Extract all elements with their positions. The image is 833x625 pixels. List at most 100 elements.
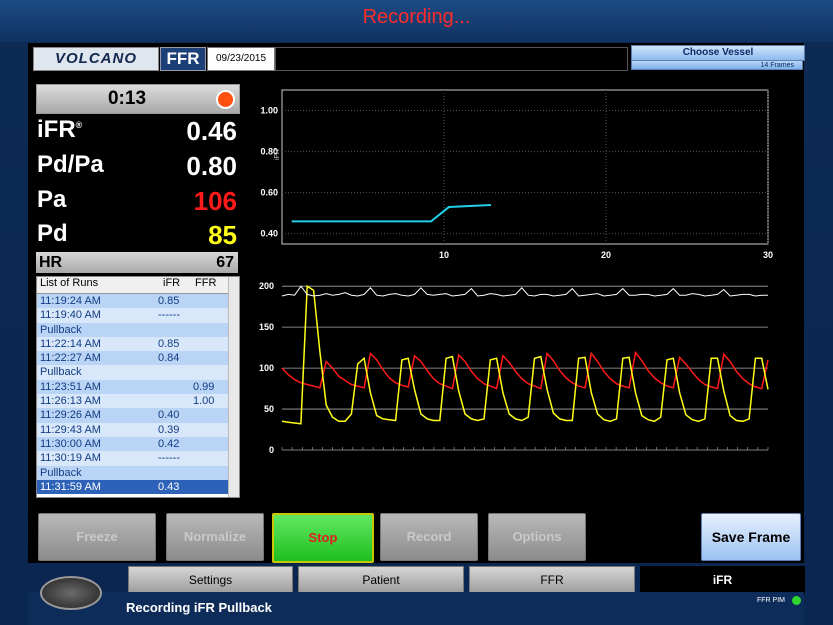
tab-ffr[interactable]: FFR (469, 566, 635, 594)
ifr-trend-line (291, 203, 492, 223)
volcano-logo: VOLCANO (33, 47, 159, 71)
runs-cell-time: 11:22:14 AM (40, 337, 101, 350)
timer-value: 0:13 (107, 88, 147, 109)
runs-col-ifr: iFR (163, 277, 181, 289)
ifr-label: iFR® (37, 116, 82, 144)
pa-label: Pa (37, 186, 67, 213)
record-button[interactable]: Record (380, 513, 478, 561)
runs-row[interactable]: Pullback (37, 465, 239, 480)
runs-scrollbar[interactable] (228, 277, 239, 497)
pd-waveform-line (281, 284, 769, 425)
ifr-registered-mark: ® (75, 120, 83, 130)
runs-row[interactable]: 11:29:26 AM 0.40 (37, 408, 239, 423)
choose-vessel-button[interactable]: Choose Vessel (631, 45, 805, 61)
pa-value: 106 (193, 186, 237, 216)
runs-cell-time: 11:22:27 AM (40, 352, 101, 365)
tab-patient[interactable]: Patient (298, 566, 464, 594)
tab-settings[interactable]: Settings (128, 566, 293, 594)
runs-cell-ifr: 0.40 (158, 409, 180, 422)
status-text: Recording iFR Pullback (126, 600, 272, 615)
pim-label: FFR PIM (757, 597, 785, 604)
date-display: 09/23/2015 (207, 47, 275, 71)
runs-cell-ifr: 0.85 (158, 295, 180, 307)
tab-ifr[interactable]: iFR (640, 566, 805, 594)
runs-cell-time: 11:19:40 AM (40, 309, 101, 322)
runs-row[interactable]: Pullback (37, 322, 239, 337)
record-indicator-icon (216, 90, 235, 109)
runs-cell-ifr: 0.85 (158, 337, 180, 350)
runs-title: List of Runs (40, 277, 99, 289)
runs-cell-time: Pullback (40, 466, 82, 479)
runs-rows: 11:19:24 AM 0.85 11:19:40 AM ------ Pullback… (37, 294, 239, 495)
runs-row[interactable]: Pullback (37, 365, 239, 380)
runs-cell-ifr: 0.43 (158, 480, 180, 493)
runs-row[interactable]: 11:29:43 AM 0.39 (37, 422, 239, 437)
runs-list[interactable]: List of Runs iFR FFR 11:19:24 AM 0.85 11:1… (36, 276, 240, 498)
ecg-waveform-line (281, 285, 768, 297)
header-strip (275, 47, 628, 71)
ifr-value: 0.46 (186, 116, 237, 146)
runs-cell-ifr: ------ (158, 309, 180, 322)
heart-rate-row: HR 67 (36, 252, 238, 273)
trend-y-tick: 0.40 (260, 229, 278, 239)
pd-label: Pd (37, 220, 68, 247)
ifr-trend-chart: 1.000.800.600.4010 20 30iFR (260, 89, 773, 260)
save-frame-button[interactable]: Save Frame (701, 513, 801, 561)
runs-cell-time: 11:19:24 AM (40, 295, 101, 307)
wave-y-tick: 0 (269, 445, 274, 455)
mode-badge: FFR (160, 47, 206, 71)
runs-cell-ffr: 0.99 (193, 380, 215, 393)
runs-cell-time: Pullback (40, 366, 82, 379)
runs-cell-time: 11:30:00 AM (40, 437, 101, 450)
stop-button[interactable]: Stop (272, 513, 374, 563)
normalize-button[interactable]: Normalize (166, 513, 264, 561)
runs-cell-time: 11:26:13 AM (40, 395, 101, 408)
freeze-button[interactable]: Freeze (38, 513, 156, 561)
runs-row[interactable]: 11:19:40 AM ------ (37, 308, 239, 323)
runs-row[interactable]: 11:26:13 AM 1.00 (37, 394, 239, 409)
hr-value: 67 (216, 254, 234, 271)
wave-y-tick: 100 (259, 363, 274, 373)
runs-cell-time: 11:29:43 AM (40, 423, 101, 436)
trend-x-tick: 10 (439, 250, 449, 260)
trend-x-tick: 30 (763, 250, 773, 260)
wave-y-tick: 50 (264, 404, 274, 414)
runs-cell-time: Pullback (40, 323, 82, 336)
runs-list-header: List of Runs iFR FFR (37, 277, 239, 294)
runs-cell-ifr: 0.39 (158, 423, 180, 436)
runs-cell-time: 11:30:19 AM (40, 452, 101, 465)
wave-y-tick: 200 (259, 281, 274, 291)
frames-count: 14 Frames (631, 60, 803, 70)
hr-label: HR (39, 254, 63, 271)
trend-y-axis-label: iFR (274, 149, 281, 160)
trend-x-tick: 20 (601, 250, 611, 260)
runs-cell-ffr: 1.00 (193, 395, 215, 408)
runs-row[interactable]: 11:23:51 AM 0.99 (37, 379, 239, 395)
runs-row[interactable]: 11:31:59 AM 0.43 (37, 479, 239, 495)
runs-row[interactable]: 11:22:27 AM 0.84 (37, 351, 239, 366)
runs-cell-ifr: 0.42 (158, 437, 180, 450)
runs-cell-ifr: 0.84 (158, 352, 180, 365)
runs-col-ffr: FFR (195, 277, 217, 289)
runs-cell-time: 11:29:26 AM (40, 409, 101, 422)
trend-y-tick: 1.00 (260, 106, 278, 116)
pdpa-value: 0.80 (186, 151, 237, 181)
options-button[interactable]: Options (488, 513, 586, 561)
ifr-label-text: iFR (37, 116, 76, 143)
runs-row[interactable]: 11:22:14 AM 0.85 (37, 336, 239, 352)
runs-cell-time: 11:31:59 AM (40, 480, 101, 493)
recording-title: Recording... (362, 6, 471, 28)
trend-y-tick: 0.60 (260, 188, 278, 198)
runs-row[interactable]: 11:19:24 AM 0.85 (37, 294, 239, 309)
runs-cell-time: 11:23:51 AM (40, 380, 101, 393)
pd-value: 85 (208, 220, 237, 250)
pim-status-icon (792, 596, 801, 605)
wave-y-tick: 150 (259, 322, 274, 332)
runs-cell-ifr: ------ (158, 452, 180, 465)
runs-row[interactable]: 11:30:19 AM ------ (37, 451, 239, 466)
home-button[interactable] (40, 576, 102, 610)
timer-panel: 0:13 (36, 84, 240, 114)
runs-row[interactable]: 11:30:00 AM 0.42 (37, 436, 239, 452)
pdpa-label: Pd/Pa (37, 151, 104, 178)
pressure-waveform-chart: 200 150 100 50 0 (259, 281, 769, 455)
